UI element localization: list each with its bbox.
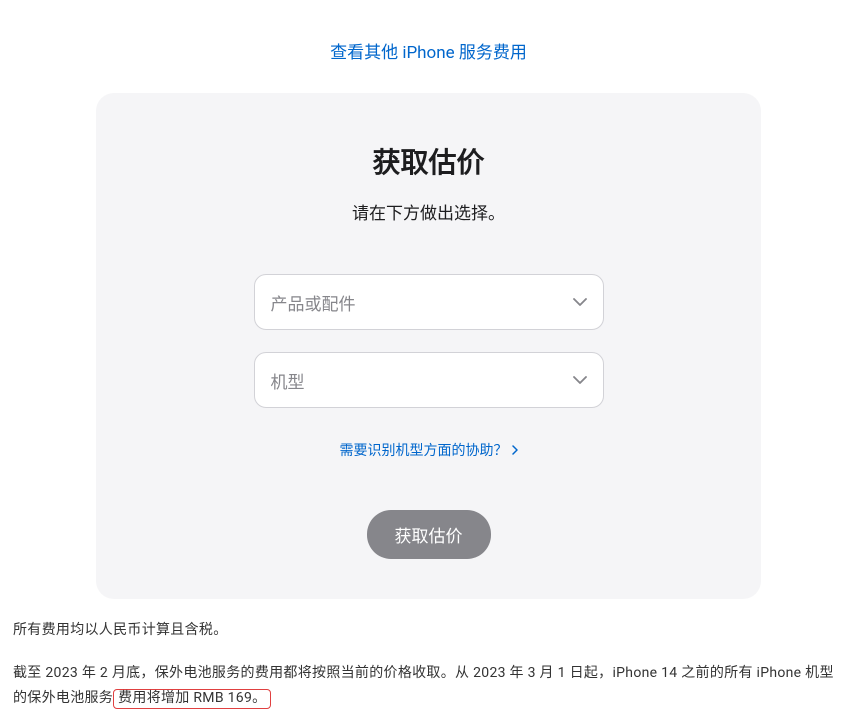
footer-text: 所有费用均以人民币计算且含税。 截至 2023 年 2 月底，保外电池服务的费用… [13, 599, 844, 711]
identify-model-help-link[interactable]: 需要识别机型方面的协助？ [340, 440, 518, 460]
footer-price-change-note: 截至 2023 年 2 月底，保外电池服务的费用都将按照当前的价格收取。从 20… [13, 661, 844, 711]
product-select-placeholder: 产品或配件 [271, 290, 356, 315]
footer-tax-note: 所有费用均以人民币计算且含税。 [13, 619, 844, 639]
model-select[interactable]: 机型 [254, 352, 604, 408]
model-select-wrapper: 机型 [254, 352, 604, 408]
page-container: 查看其他 iPhone 服务费用 获取估价 请在下方做出选择。 产品或配件 机型… [0, 0, 857, 711]
product-select-wrapper: 产品或配件 [254, 274, 604, 330]
footer-highlighted-text: 费用将增加 RMB 169。 [113, 689, 271, 709]
chevron-down-icon [573, 376, 587, 384]
product-select[interactable]: 产品或配件 [254, 274, 604, 330]
other-services-link[interactable]: 查看其他 iPhone 服务费用 [330, 43, 527, 63]
get-estimate-button[interactable]: 获取估价 [367, 510, 491, 559]
card-subtitle: 请在下方做出选择。 [136, 199, 721, 224]
chevron-down-icon [573, 298, 587, 306]
help-link-label: 需要识别机型方面的协助？ [340, 440, 508, 460]
model-select-placeholder: 机型 [271, 368, 305, 393]
chevron-right-icon [512, 445, 518, 455]
card-title: 获取估价 [136, 141, 721, 181]
top-link-wrapper: 查看其他 iPhone 服务费用 [10, 0, 847, 93]
estimate-card: 获取估价 请在下方做出选择。 产品或配件 机型 需要识别机型方面的协助？ [96, 93, 761, 599]
submit-wrapper: 获取估价 [136, 510, 721, 559]
